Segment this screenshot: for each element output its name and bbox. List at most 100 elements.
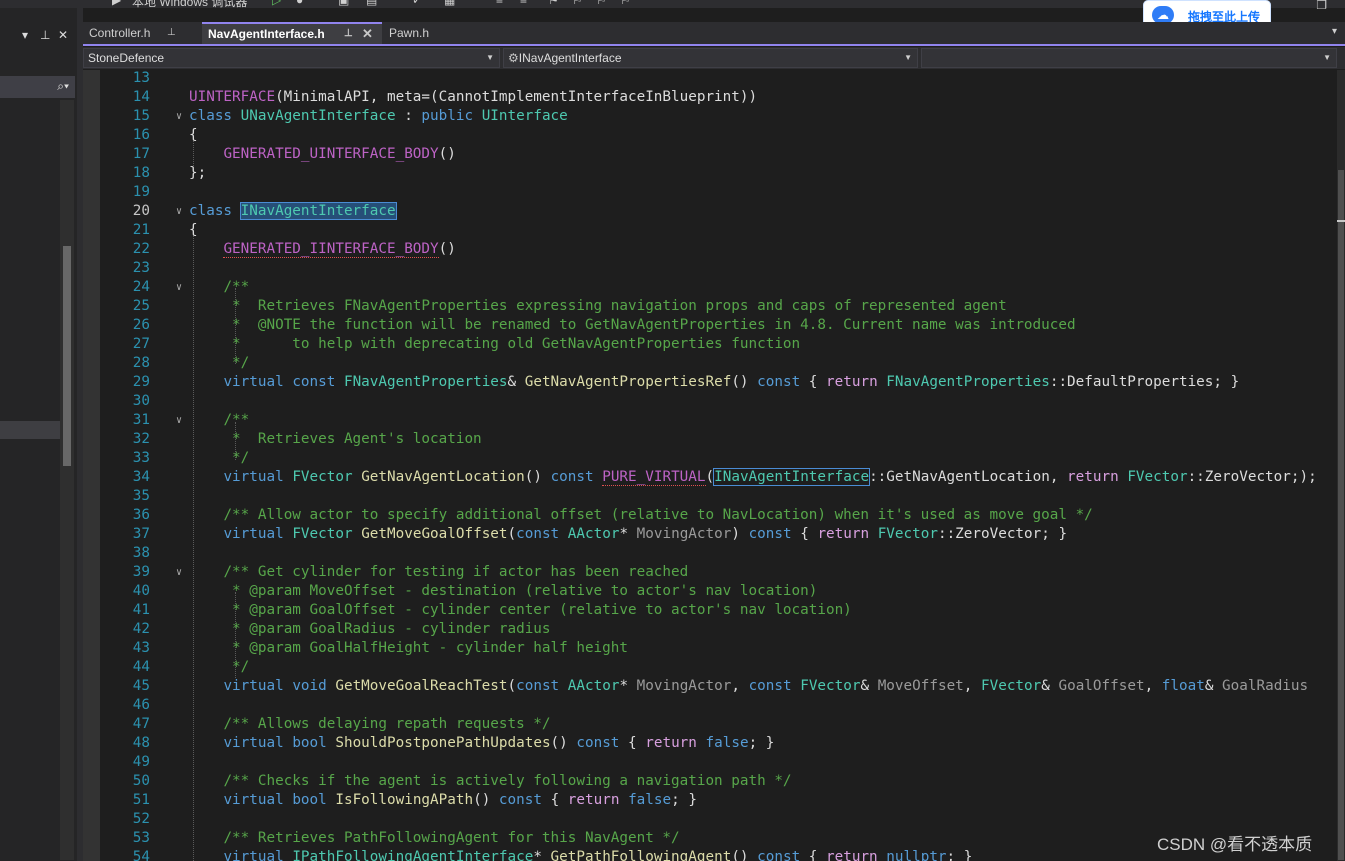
fold-toggle-icon[interactable]: ∨ (176, 563, 182, 582)
code-line[interactable]: 20 ∨ class INavAgentInterface (100, 202, 1337, 221)
code-line[interactable]: 13 (100, 70, 1337, 88)
pin-icon[interactable]: ⊥ (40, 28, 50, 42)
panel-search-input[interactable]: ⌕▾ (0, 76, 75, 98)
window-restore-icon[interactable]: ❐ (1316, 0, 1327, 12)
code-line[interactable]: 26 * @NOTE the function will be renamed … (100, 316, 1337, 335)
code-line[interactable]: 14 UINTERFACE(MinimalAPI, meta=(CannotImp… (100, 88, 1337, 107)
code-line[interactable]: 54 virtual IPathFollowingAgentInterface*… (100, 848, 1337, 861)
code-line[interactable]: 17 GENERATED_UINTERFACE_BODY() (100, 145, 1337, 164)
code-line[interactable]: 50 /** Checks if the agent is actively f… (100, 772, 1337, 791)
code-text[interactable]: /** Checks if the agent is actively foll… (189, 772, 791, 791)
code-line[interactable]: 41 * @param GoalOffset - cylinder center… (100, 601, 1337, 620)
fold-toggle-icon[interactable]: ∨ (176, 202, 182, 221)
code-text[interactable]: */ (189, 658, 249, 677)
code-line[interactable]: 34 virtual FVector GetNavAgentLocation()… (100, 468, 1337, 487)
stop-icon[interactable]: ● (296, 0, 303, 7)
outdent-icon[interactable]: ≡ (496, 0, 503, 7)
code-text[interactable]: /** Get cylinder for testing if actor ha… (189, 563, 688, 582)
editor-margin[interactable] (83, 70, 100, 861)
code-text[interactable]: /** Allow actor to specify additional of… (189, 506, 1092, 525)
member-dropdown[interactable]: ▼ (921, 48, 1337, 68)
code-line[interactable]: 18}; (100, 164, 1337, 183)
code-text[interactable]: class INavAgentInterface (189, 202, 397, 221)
code-line[interactable]: 43 * @param GoalHalfHeight - cylinder ha… (100, 639, 1337, 658)
code-line[interactable]: 40 * @param MoveOffset - destination (re… (100, 582, 1337, 601)
scope-dropdown[interactable]: ⚙INavAgentInterface ▼ (503, 48, 918, 68)
code-text[interactable]: * @param MoveOffset - destination (relat… (189, 582, 817, 601)
code-text[interactable]: * to help with deprecating old GetNavAge… (189, 335, 800, 354)
panel-scrollbar-thumb[interactable] (63, 246, 71, 466)
code-text[interactable]: * Retrieves Agent's location (189, 430, 482, 449)
code-text[interactable]: }; (189, 164, 206, 183)
code-text[interactable]: * @param GoalRadius - cylinder radius (189, 620, 551, 639)
code-text[interactable]: */ (189, 354, 249, 373)
bookmark-icon[interactable]: ▤ (366, 0, 377, 7)
code-line[interactable]: 25 * Retrieves FNavAgentProperties expre… (100, 297, 1337, 316)
code-line[interactable]: 32 * Retrieves Agent's location (100, 430, 1337, 449)
bookmark-prev-icon[interactable]: ⚐ (572, 0, 583, 7)
start-without-debug-icon[interactable]: ▷ (272, 0, 281, 7)
find-icon[interactable]: ▣ (338, 0, 349, 7)
close-icon[interactable]: ✕ (58, 28, 68, 42)
code-line[interactable]: 15 ∨ class UNavAgentInterface : public UIn… (100, 107, 1337, 126)
fold-toggle-icon[interactable]: ∨ (176, 107, 182, 126)
code-line[interactable]: 27 * to help with deprecating old GetNav… (100, 335, 1337, 354)
code-text[interactable]: virtual IPathFollowingAgentInterface* Ge… (189, 848, 972, 861)
code-editor[interactable]: 13 14 UINTERFACE(MinimalAPI, meta=(CannotI… (100, 70, 1337, 861)
code-text[interactable]: GENERATED_IINTERFACE_BODY() (189, 240, 456, 259)
debug-target-label[interactable]: 本地 Windows 调试器 (132, 0, 247, 8)
code-line[interactable]: 37 virtual FVector GetMoveGoalOffset(con… (100, 525, 1337, 544)
code-line[interactable]: 42 * @param GoalRadius - cylinder radius (100, 620, 1337, 639)
code-line[interactable]: 53 /** Retrieves PathFollowingAgent for … (100, 829, 1337, 848)
code-text[interactable]: */ (189, 449, 249, 468)
close-icon[interactable]: ✕ (362, 24, 373, 44)
indent-icon[interactable]: ≡ (520, 0, 527, 7)
editor-scrollbar-thumb[interactable] (1338, 170, 1344, 860)
code-line[interactable]: 49 (100, 753, 1337, 772)
code-text[interactable]: virtual FVector GetNavAgentLocation() co… (189, 468, 1317, 487)
tab-controller-h[interactable]: Controller.h ⊥ (83, 22, 201, 44)
code-text[interactable]: GENERATED_UINTERFACE_BODY() (189, 145, 455, 164)
bookmark-next-icon[interactable]: ⚐ (596, 0, 607, 7)
bookmark-toggle-icon[interactable]: ⚑ (548, 0, 559, 7)
code-line[interactable]: 30 (100, 392, 1337, 411)
code-line[interactable]: 19 (100, 183, 1337, 202)
panel-scrollbar[interactable] (60, 100, 74, 860)
code-text[interactable]: virtual FVector GetMoveGoalOffset(const … (189, 525, 1067, 544)
code-text[interactable]: * @param GoalHalfHeight - cylinder half … (189, 639, 628, 658)
code-line[interactable]: 38 (100, 544, 1337, 563)
code-line[interactable]: 45 virtual void GetMoveGoalReachTest(con… (100, 677, 1337, 696)
selected-tree-item[interactable] (0, 421, 60, 439)
code-line[interactable]: 21 { (100, 221, 1337, 240)
check-icon[interactable]: ✓ (412, 0, 422, 7)
code-text[interactable]: { (189, 126, 198, 145)
tab-pawn-h[interactable]: Pawn.h (383, 22, 473, 44)
code-line[interactable]: 48 virtual bool ShouldPostponePathUpdate… (100, 734, 1337, 753)
code-line[interactable]: 22 GENERATED_IINTERFACE_BODY() (100, 240, 1337, 259)
code-text[interactable]: * @param GoalOffset - cylinder center (r… (189, 601, 852, 620)
tab-navagentinterface-h[interactable]: NavAgentInterface.h ⊥ ✕ (202, 22, 382, 44)
code-text[interactable]: virtual bool ShouldPostponePathUpdates()… (189, 734, 774, 753)
fold-toggle-icon[interactable]: ∨ (176, 278, 182, 297)
code-line[interactable]: 44 */ (100, 658, 1337, 677)
code-text[interactable]: class UNavAgentInterface : public UInter… (189, 107, 568, 126)
code-line[interactable]: 46 (100, 696, 1337, 715)
editor-scrollbar[interactable] (1337, 70, 1345, 861)
play-icon[interactable]: ▶ (112, 0, 121, 7)
code-text[interactable]: /** Retrieves PathFollowingAgent for thi… (189, 829, 679, 848)
bookmark-clear-icon[interactable]: ⚐ (620, 0, 631, 7)
tab-overflow-icon[interactable]: ▾ (1332, 26, 1337, 37)
code-line[interactable]: 29 virtual const FNavAgentProperties& Ge… (100, 373, 1337, 392)
code-line[interactable]: 35 (100, 487, 1337, 506)
code-text[interactable]: /** (189, 278, 249, 297)
code-text[interactable]: virtual const FNavAgentProperties& GetNa… (189, 373, 1239, 392)
code-line[interactable]: 23 (100, 259, 1337, 278)
code-text[interactable]: * Retrieves FNavAgentProperties expressi… (189, 297, 1007, 316)
save-icon[interactable]: ▦ (444, 0, 455, 7)
project-dropdown[interactable]: StoneDefence ▼ (83, 48, 500, 68)
code-line[interactable]: 16 { (100, 126, 1337, 145)
code-text[interactable]: virtual bool IsFollowingAPath() const { … (189, 791, 697, 810)
code-line[interactable]: 52 (100, 810, 1337, 829)
code-line[interactable]: 24 ∨ /** (100, 278, 1337, 297)
code-text[interactable]: /** (189, 411, 249, 430)
